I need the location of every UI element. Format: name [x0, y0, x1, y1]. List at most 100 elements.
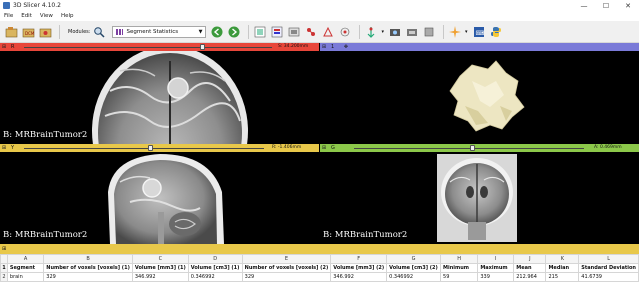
- chevron-down-icon: ▼: [198, 28, 203, 35]
- table-cell[interactable]: 0.346992: [386, 272, 442, 282]
- pin-icon[interactable]: ⊞: [320, 144, 328, 152]
- forward-arrow-icon[interactable]: [227, 25, 241, 39]
- yellow-view-letter: Y: [11, 145, 15, 151]
- load-dicom-button[interactable]: DCM: [21, 25, 35, 39]
- table-cell[interactable]: 212.964: [513, 272, 547, 282]
- module-selector[interactable]: Segment Statistics ▼: [112, 25, 207, 38]
- chevron-down-icon[interactable]: ▾: [465, 29, 468, 35]
- table-cell[interactable]: 346.992: [131, 272, 189, 282]
- center-view-icon[interactable]: ✥: [342, 43, 350, 51]
- crosshair-icon[interactable]: [448, 25, 462, 39]
- column-letter[interactable]: L: [578, 254, 639, 264]
- table-cell[interactable]: 41.6739: [578, 272, 639, 282]
- extensions-icon[interactable]: [422, 25, 436, 39]
- green-view-label: B: MRBrainTumor2: [323, 230, 408, 240]
- header-cell[interactable]: Standard Deviation: [578, 263, 639, 273]
- header-cell[interactable]: Volume [mm3] (1): [131, 263, 189, 273]
- models-module-icon[interactable]: [304, 25, 318, 39]
- minimize-button[interactable]: —: [573, 0, 595, 11]
- title-bar: 3D Slicer 4.10.2 — ☐ ✕: [0, 0, 639, 11]
- save-data-button[interactable]: [38, 25, 52, 39]
- header-cell[interactable]: Number of voxels [voxels] (2): [241, 263, 332, 273]
- pin-icon[interactable]: ⊞: [2, 246, 6, 252]
- segment-statistics-table[interactable]: A B C D E F G H I J K L 1 Segment Number…: [0, 254, 639, 301]
- column-letter[interactable]: G: [386, 254, 442, 264]
- red-view-letter: R: [11, 44, 15, 50]
- green-slice-slider[interactable]: [470, 145, 475, 151]
- green-view-letter: G: [331, 145, 335, 151]
- table-cell[interactable]: 329: [43, 272, 133, 282]
- toolbar-separator: [59, 24, 60, 39]
- screenshot-icon[interactable]: [388, 25, 402, 39]
- column-letter[interactable]: F: [330, 254, 388, 264]
- column-letter[interactable]: I: [477, 254, 515, 264]
- markups-module-icon[interactable]: [338, 25, 352, 39]
- modules-label: Modules:: [68, 28, 91, 35]
- menu-bar: File Edit View Help: [0, 11, 639, 21]
- row-number[interactable]: 2: [0, 272, 8, 282]
- header-cell[interactable]: Volume [cm3] (2): [386, 263, 442, 273]
- menu-help[interactable]: Help: [61, 13, 74, 19]
- row-number[interactable]: 1: [0, 263, 8, 273]
- module-search-icon[interactable]: [92, 25, 106, 39]
- table-cell[interactable]: 215: [545, 272, 580, 282]
- transforms-module-icon[interactable]: [321, 25, 335, 39]
- menu-view[interactable]: View: [40, 13, 53, 19]
- column-letter[interactable]: K: [545, 254, 580, 264]
- volumes-module-icon[interactable]: [287, 25, 301, 39]
- python-icon[interactable]: [489, 25, 503, 39]
- green-slice-track: [354, 148, 584, 149]
- table-header-row: 1 Segment Number of voxels [voxels] (1) …: [0, 263, 639, 273]
- maximize-button[interactable]: ☐: [595, 0, 617, 11]
- close-button[interactable]: ✕: [617, 0, 639, 11]
- green-slice-view[interactable]: B: MRBrainTumor2: [320, 152, 639, 244]
- python-console-icon[interactable]: ⌨: [472, 25, 486, 39]
- tumor-3d-model: [449, 60, 525, 132]
- slicer-app-icon: [3, 2, 10, 9]
- load-data-button[interactable]: [4, 25, 18, 39]
- yellow-slice-view[interactable]: B: MRBrainTumor2: [0, 152, 319, 244]
- table-cell[interactable]: 0.346992: [187, 272, 243, 282]
- red-slice-slider[interactable]: [200, 44, 205, 50]
- header-cell[interactable]: Number of voxels [voxels] (1): [43, 263, 133, 273]
- yellow-slice-slider[interactable]: [148, 145, 153, 151]
- menu-file[interactable]: File: [4, 13, 13, 19]
- statistics-grid: A B C D E F G H I J K L 1 Segment Number…: [0, 254, 639, 282]
- header-cell[interactable]: Maximum: [477, 263, 515, 273]
- header-cell[interactable]: Minimum: [440, 263, 479, 273]
- pin-icon[interactable]: ⊞: [0, 43, 8, 51]
- header-cell[interactable]: Median: [545, 263, 580, 273]
- pin-icon[interactable]: ⊞: [0, 144, 8, 152]
- column-letter[interactable]: A: [6, 254, 45, 264]
- 3d-view[interactable]: [320, 51, 639, 144]
- module-selected-label: Segment Statistics: [126, 28, 179, 35]
- chevron-down-icon[interactable]: ▾: [381, 29, 384, 35]
- table-row: 2 brain 329 346.992 0.346992 329 346.992…: [0, 272, 639, 282]
- column-letter[interactable]: B: [43, 254, 133, 264]
- red-slice-view[interactable]: B: MRBrainTumor2: [0, 51, 319, 144]
- mouse-mode-icon[interactable]: [364, 25, 378, 39]
- column-letter[interactable]: C: [131, 254, 189, 264]
- header-cell[interactable]: Mean: [513, 263, 547, 273]
- header-cell[interactable]: Volume [cm3] (1): [187, 263, 243, 273]
- column-letter[interactable]: E: [241, 254, 332, 264]
- data-module-icon[interactable]: [270, 25, 284, 39]
- 3d-view-controller: ⊞ 1 ✥: [320, 43, 639, 51]
- layout-list-icon[interactable]: [253, 25, 267, 39]
- header-cell[interactable]: Segment: [6, 263, 45, 273]
- table-cell[interactable]: 346.992: [330, 272, 388, 282]
- menu-edit[interactable]: Edit: [21, 13, 32, 19]
- window-controls: — ☐ ✕: [573, 0, 639, 11]
- column-letter[interactable]: H: [440, 254, 479, 264]
- back-arrow-icon[interactable]: [210, 25, 224, 39]
- pin-icon[interactable]: ⊞: [320, 43, 328, 51]
- scene-view-icon[interactable]: [405, 25, 419, 39]
- table-cell[interactable]: 339: [477, 272, 515, 282]
- table-cell[interactable]: brain: [6, 272, 45, 282]
- column-letter[interactable]: D: [187, 254, 243, 264]
- table-cell[interactable]: 59: [440, 272, 479, 282]
- table-cell[interactable]: 329: [241, 272, 332, 282]
- column-letter[interactable]: J: [513, 254, 547, 264]
- table-view-controller: ⊞: [0, 244, 639, 254]
- header-cell[interactable]: Volume [mm3] (2): [330, 263, 388, 273]
